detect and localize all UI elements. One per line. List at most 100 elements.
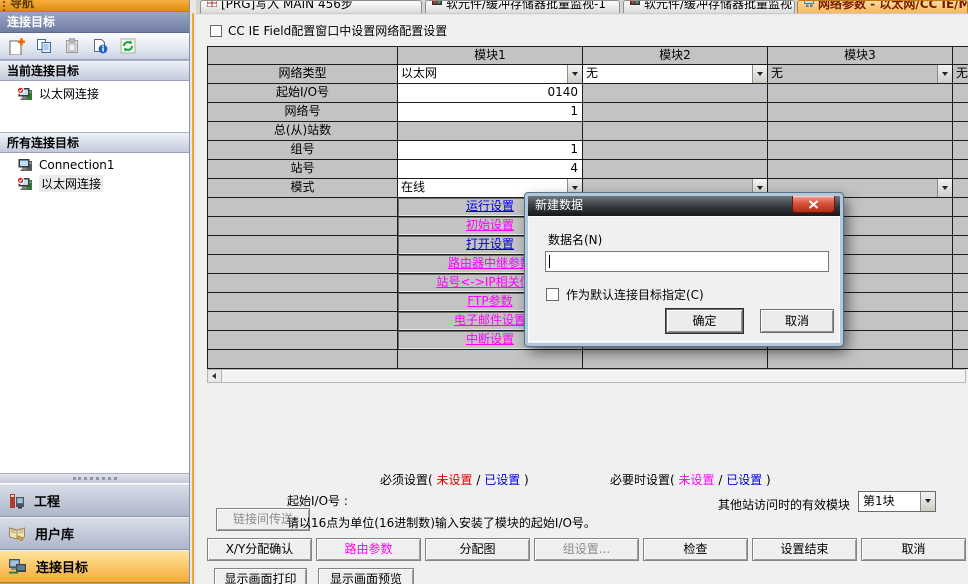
section-title: 当前连接目标 <box>7 64 79 78</box>
network-type-module3-dropdown[interactable]: 无 <box>768 65 953 84</box>
dialog-titlebar[interactable]: 新建数据 <box>528 196 840 216</box>
dropdown-arrow-icon[interactable] <box>752 65 767 83</box>
row-label: 起始I/O号 <box>208 84 398 103</box>
dropdown-arrow-icon[interactable] <box>937 65 952 83</box>
row-network-no: 网络号 1 <box>208 103 968 122</box>
doc-tab-device-monitor-1[interactable]: 软元件/缓冲存储器批量监视-1 <box>425 0 620 13</box>
optional-setting-legend: 必要时设置( 未设置 / 已设置 ) <box>610 471 771 488</box>
start-io-module1-cell[interactable]: 0140 <box>398 84 583 103</box>
open-settings-link[interactable]: 打开设置 <box>466 237 514 251</box>
ftp-parameters-link[interactable]: FTP参数 <box>467 294 512 308</box>
row-label: 网络类型 <box>208 65 398 84</box>
valid-module-value: 第1块 <box>863 494 895 508</box>
cc-ie-field-checkbox[interactable] <box>210 25 222 37</box>
dialog-body: 数据名(N) 作为默认连接目标指定(C) 确定 取消 <box>528 216 840 342</box>
splitter-handle[interactable] <box>0 473 189 483</box>
document-tabstrip: [PRG]写入 MAIN 456步 软元件/缓冲存储器批量监视-1 软元件/缓冲… <box>196 0 968 13</box>
network-type-module1-dropdown[interactable]: 以太网 <box>398 65 583 84</box>
data-name-label: 数据名(N) <box>548 231 602 248</box>
tree-item-ethernet-current[interactable]: 以太网连接 <box>0 84 189 103</box>
email-settings-link[interactable]: 电子邮件设置 <box>454 313 526 327</box>
window-top-border <box>196 13 968 15</box>
doc-tab-program[interactable]: [PRG]写入 MAIN 456步 <box>200 0 422 13</box>
new-data-dialog: 新建数据 数据名(N) 作为默认连接目标指定(C) 确定 取消 <box>525 193 843 346</box>
pc-icon <box>17 158 34 172</box>
nav-toolbar <box>0 33 189 60</box>
network-tab-icon <box>804 0 814 7</box>
project-icon <box>8 492 26 510</box>
navigation-dock-titlebar[interactable]: 导航 <box>0 0 189 12</box>
sidebar-tab-label: 用户库 <box>35 524 74 543</box>
application-window: 导航 连接目标 当前连接目标 以太网连接 所有连接目标 <box>0 0 968 584</box>
sidebar-tab-connection-target[interactable]: 连接目标 <box>0 550 189 583</box>
network-no-module1-cell[interactable]: 1 <box>398 103 583 122</box>
setting-finish-button[interactable]: 设置结束 <box>752 538 857 561</box>
sidebar-tab-user-library[interactable]: 用户库 <box>0 517 189 550</box>
doc-tab-device-monitor-2[interactable]: 软元件/缓冲存储器批量监视 <box>623 0 795 13</box>
data-name-input[interactable] <box>545 251 829 272</box>
sidebar-tab-label: 连接目标 <box>36 557 88 576</box>
copy-icon[interactable] <box>33 35 55 57</box>
cc-ie-field-config-row: CC IE Field配置窗口中设置网络配置设置 <box>210 22 447 39</box>
row-label: 组号 <box>208 141 398 160</box>
sidebar-tab-project[interactable]: 工程 <box>0 484 189 517</box>
navigation-panel: 导航 连接目标 当前连接目标 以太网连接 所有连接目标 <box>0 0 190 584</box>
pc-connected-icon <box>17 87 34 101</box>
dropdown-arrow-icon[interactable] <box>567 65 582 83</box>
close-button[interactable] <box>792 196 835 213</box>
tree-item-connection1[interactable]: Connection1 <box>0 155 189 174</box>
section-header-current-connection: 当前连接目标 <box>0 60 189 81</box>
close-icon <box>808 200 819 209</box>
interrupt-settings-link[interactable]: 中断设置 <box>466 332 514 346</box>
horizontal-scrollbar[interactable] <box>207 369 966 383</box>
row-empty <box>208 350 968 369</box>
start-io-heading: 起始I/O号 : <box>287 492 348 509</box>
dropdown-arrow-icon[interactable] <box>937 179 952 197</box>
default-target-checkbox[interactable] <box>546 288 559 301</box>
refresh-icon[interactable] <box>117 35 139 57</box>
network-type-module4-dropdown[interactable]: 无 <box>953 65 968 84</box>
property-icon[interactable] <box>89 35 111 57</box>
valid-module-select[interactable]: 第1块 <box>858 491 936 512</box>
check-button[interactable]: 检查 <box>643 538 748 561</box>
initial-settings-link[interactable]: 初始设置 <box>466 218 514 232</box>
doc-tab-network-parameter[interactable]: 网络参数 - 以太网/CC IE/MELSECNET <box>797 0 968 13</box>
station-no-module1-cell[interactable]: 4 <box>398 160 583 179</box>
column-header-module3: 模块3 <box>768 47 953 65</box>
new-data-icon[interactable] <box>5 35 27 57</box>
monitor-tab-icon <box>630 0 640 7</box>
screen-print-button[interactable]: 显示画面打印 <box>214 568 307 584</box>
user-library-icon <box>8 525 27 542</box>
active-window-edge <box>192 13 194 584</box>
pc-connected-icon <box>17 177 34 191</box>
row-label: 网络号 <box>208 103 398 122</box>
group-no-module1-cell[interactable]: 1 <box>398 141 583 160</box>
screen-preview-button[interactable]: 显示画面预览 <box>318 568 414 584</box>
ok-button[interactable]: 确定 <box>666 309 743 333</box>
column-header-module1: 模块1 <box>398 47 583 65</box>
paste-icon[interactable] <box>61 35 83 57</box>
assignment-map-button[interactable]: 分配图 <box>425 538 530 561</box>
operation-settings-link[interactable]: 运行设置 <box>466 199 514 213</box>
dropdown-arrow-icon[interactable] <box>920 492 935 511</box>
required-set-label: 已设置 <box>484 473 520 487</box>
default-target-row: 作为默认连接目标指定(C) <box>546 286 704 303</box>
scroll-left-arrow-icon[interactable] <box>208 370 222 382</box>
program-tab-icon <box>207 0 217 7</box>
router-relay-link[interactable]: 路由器中继参数 <box>448 256 532 270</box>
drag-handle-icon[interactable] <box>3 1 7 11</box>
routing-parameter-button[interactable]: 路由参数 <box>316 538 421 561</box>
tree-item-ethernet[interactable]: 以太网连接 <box>0 174 189 193</box>
network-type-module2-dropdown[interactable]: 无 <box>583 65 768 84</box>
optional-unset-label: 未设置 <box>679 473 715 487</box>
group-setting-button[interactable]: 组设置... <box>534 538 639 561</box>
dialog-cancel-button[interactable]: 取消 <box>760 309 834 333</box>
tree-item-label: 以太网连接 <box>39 175 103 192</box>
xy-assignment-confirm-button[interactable]: X/Y分配确认 <box>207 538 312 561</box>
cancel-button[interactable]: 取消 <box>861 538 966 561</box>
default-target-label: 作为默认连接目标指定(C) <box>566 286 704 303</box>
row-total-stations: 总(从)站数 <box>208 122 968 141</box>
table-header-row: 模块1 模块2 模块3 <box>208 47 968 65</box>
optional-set-label: 已设置 <box>726 473 762 487</box>
cc-ie-field-checkbox-label: CC IE Field配置窗口中设置网络配置设置 <box>228 22 447 39</box>
